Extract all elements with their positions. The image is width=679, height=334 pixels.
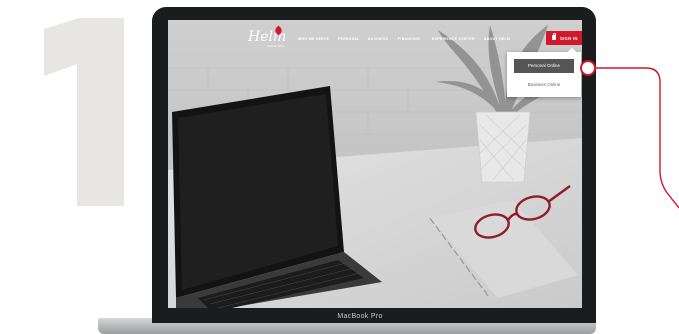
dropdown-item-label: Personal Online <box>527 63 561 68</box>
nav-financing[interactable]: FINANCING <box>398 37 420 41</box>
dropdown-item-personal-online[interactable]: Personal Online <box>514 59 574 73</box>
dropdown-item-business-online[interactable]: Business Online <box>514 78 574 92</box>
website-screen: Helm BANK USA WHO WE SERVE PERSONAL BUSI… <box>168 20 582 308</box>
nav-who-we-serve[interactable]: WHO WE SERVE <box>298 37 329 41</box>
lock-icon <box>552 32 556 40</box>
nav-business[interactable]: BUSINESS <box>368 37 388 41</box>
device-label: MacBook Pro <box>337 313 383 320</box>
step-number-graphic <box>44 18 124 206</box>
dropdown-item-label: Business Online <box>527 82 561 87</box>
nav-personal[interactable]: PERSONAL <box>338 37 360 41</box>
sign-in-label: SIGN IN <box>560 35 578 41</box>
site-logo-subtext: BANK USA <box>268 44 285 48</box>
sign-in-dropdown: Personal Online Business Online <box>507 47 581 97</box>
sign-in-button[interactable]: SIGN IN <box>546 31 582 45</box>
nav-about-helm[interactable]: ABOUT HELM <box>484 37 510 41</box>
nav-experience-center[interactable]: EXPERIENCE CENTER <box>432 37 475 41</box>
